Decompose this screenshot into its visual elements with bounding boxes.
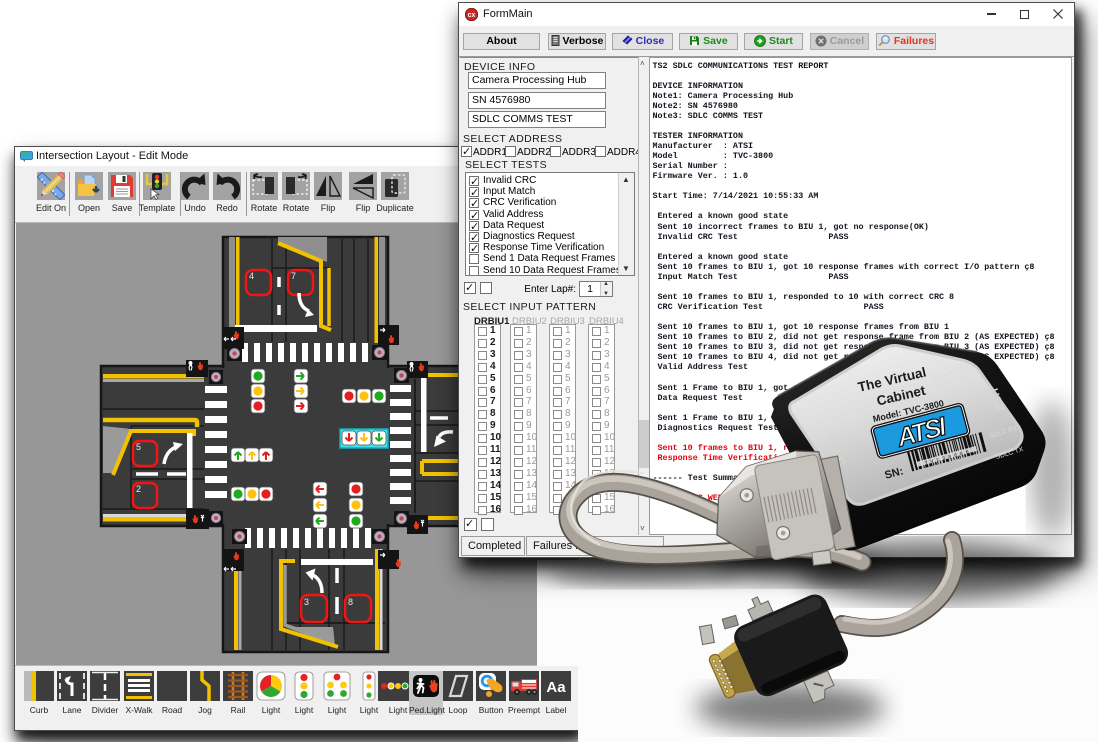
svg-text:7: 7 <box>291 271 296 281</box>
svg-text:8: 8 <box>348 597 353 607</box>
svg-text:2: 2 <box>136 484 141 494</box>
svg-text:4: 4 <box>249 271 254 281</box>
svg-text:5: 5 <box>136 442 141 452</box>
svg-text:Aa: Aa <box>546 679 566 696</box>
svg-text:3: 3 <box>304 597 309 607</box>
svg-text:cx: cx <box>468 12 476 19</box>
